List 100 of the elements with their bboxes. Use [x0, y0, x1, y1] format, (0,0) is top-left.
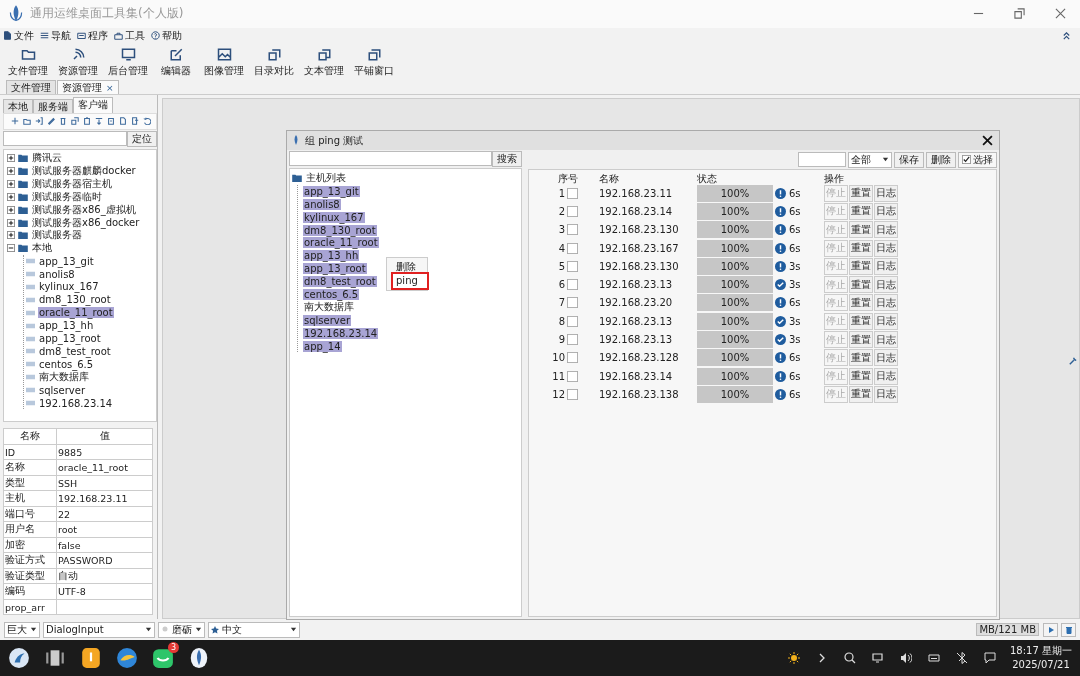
tree-item[interactable]: kylinux_167	[303, 211, 365, 223]
action-button[interactable]: 重置	[849, 367, 873, 385]
document-icon[interactable]	[119, 117, 127, 126]
tree-item[interactable]: 主机列表	[305, 171, 347, 186]
language-dropdown[interactable]: 中文	[208, 621, 300, 638]
menu-item[interactable]: ping	[393, 274, 427, 288]
size-dropdown[interactable]: 巨大	[4, 621, 40, 638]
notification-icon[interactable]	[984, 652, 996, 665]
expand-toggle-icon[interactable]	[7, 192, 15, 201]
tree-item[interactable]: dm8_130_root	[38, 294, 112, 306]
action-button[interactable]: 重置	[849, 294, 873, 312]
document-tab[interactable]: 资源管理 ×	[57, 79, 119, 94]
row-checkbox[interactable]	[567, 297, 578, 309]
tree-item[interactable]: sqlserver	[38, 384, 86, 396]
action-button[interactable]: 日志	[874, 294, 898, 312]
tree-item[interactable]: sqlserver	[303, 314, 351, 326]
theme-dropdown[interactable]: 磨砺	[158, 621, 205, 638]
expand-toggle-icon[interactable]	[7, 205, 15, 214]
tree-item[interactable]: app_13_git	[38, 255, 95, 267]
action-button[interactable]: 重置	[849, 331, 873, 348]
menu-item[interactable]: 文件	[3, 28, 34, 43]
row-checkbox[interactable]	[567, 352, 578, 364]
row-checkbox[interactable]	[567, 260, 578, 272]
toolbar-button[interactable]: 后台管理	[104, 46, 152, 78]
tab-close-button[interactable]: ×	[106, 82, 114, 93]
action-button[interactable]: 日志	[874, 312, 898, 330]
volume-icon[interactable]	[900, 652, 912, 665]
tree-item[interactable]: dm8_test_root	[38, 345, 112, 357]
search-button[interactable]: 搜索	[492, 151, 522, 167]
action-button[interactable]: 重置	[849, 276, 873, 294]
expand-toggle-icon[interactable]	[7, 154, 15, 163]
row-checkbox[interactable]	[567, 279, 578, 291]
brightness-icon[interactable]	[788, 652, 800, 665]
tree-item[interactable]: app_13_hh	[303, 250, 360, 262]
toolbar-button[interactable]: 文本管理	[300, 46, 348, 78]
restore-icon[interactable]	[1014, 8, 1025, 20]
tree-item[interactable]: app_13_hh	[38, 320, 95, 332]
expand-toggle-icon[interactable]	[7, 244, 15, 253]
tree-item[interactable]: anolis8	[303, 198, 341, 210]
tree-item[interactable]: app_13_root	[303, 263, 367, 275]
filter-dropdown[interactable]: 全部	[848, 151, 892, 168]
tree-item[interactable]: 192.168.23.14	[38, 397, 114, 409]
browser-icon[interactable]	[116, 647, 138, 670]
tree-item[interactable]: 南大数据库	[303, 300, 355, 315]
action-button[interactable]: 重置	[849, 257, 873, 275]
row-checkbox[interactable]	[567, 370, 578, 382]
toolbar-button[interactable]: 删除	[926, 151, 956, 168]
tree-item[interactable]: 本地	[31, 241, 53, 256]
tree-item[interactable]: app_13_root	[38, 333, 102, 345]
tree-item[interactable]: oracle_11_root	[303, 237, 379, 249]
tree-item[interactable]: oracle_11_root	[38, 307, 114, 319]
action-button[interactable]: 重置	[849, 184, 873, 202]
pencil-icon[interactable]	[47, 117, 55, 126]
keyboard-icon[interactable]	[928, 652, 940, 665]
download-icon[interactable]	[95, 117, 103, 126]
panel-tab[interactable]: 客户端	[73, 96, 113, 113]
action-button[interactable]: 日志	[874, 367, 898, 385]
action-button[interactable]: 日志	[874, 184, 898, 202]
toolbar-button[interactable]: 资源管理	[54, 46, 102, 78]
expand-toggle-icon[interactable]	[7, 218, 15, 227]
trash-icon[interactable]	[59, 117, 67, 126]
action-button[interactable]: 重置	[849, 312, 873, 330]
action-button[interactable]: 日志	[874, 257, 898, 275]
select-checkbox[interactable]: 选择	[958, 151, 997, 168]
action-button[interactable]: 重置	[849, 221, 873, 239]
tree-item[interactable]: anolis8	[38, 268, 76, 280]
toolbar-button[interactable]: 文件管理	[4, 46, 52, 78]
tree-item[interactable]: dm8_test_root	[303, 276, 377, 288]
action-button[interactable]: 日志	[874, 221, 898, 239]
action-button[interactable]: 重置	[849, 202, 873, 220]
tree-item[interactable]: 腾讯云	[31, 151, 63, 166]
trash-button[interactable]	[1061, 622, 1076, 637]
add-icon[interactable]	[11, 117, 19, 126]
folder-icon[interactable]	[23, 117, 31, 126]
search-field[interactable]	[3, 130, 127, 146]
toolbar-button[interactable]: 平铺窗口	[350, 46, 398, 78]
action-button[interactable]: 重置	[849, 385, 873, 403]
toolbar-button[interactable]: 保存	[894, 151, 924, 168]
row-checkbox[interactable]	[567, 315, 578, 327]
toolbar-button[interactable]: 编辑器	[154, 46, 198, 78]
action-button[interactable]: 日志	[874, 276, 898, 294]
bluetooth-icon[interactable]	[956, 652, 968, 665]
document-tab[interactable]: 文件管理	[6, 79, 56, 94]
paste-icon[interactable]	[83, 117, 91, 126]
wrench-icon[interactable]	[1069, 356, 1077, 365]
tree-item[interactable]: app_13_git	[303, 185, 360, 197]
action-button[interactable]: 重置	[849, 239, 873, 257]
tree-item[interactable]: 测试服务器临时	[31, 189, 103, 204]
panel-tab[interactable]: 服务端	[33, 98, 73, 113]
tree-item[interactable]: 192.168.23.14	[303, 327, 379, 339]
login-icon[interactable]	[35, 117, 43, 126]
undo-icon[interactable]	[143, 117, 151, 126]
run-button[interactable]	[1043, 622, 1058, 637]
filter-field[interactable]	[798, 152, 846, 167]
panel-tab[interactable]: 本地	[3, 98, 33, 113]
tree-item[interactable]: 测试服务器	[31, 228, 83, 243]
font-dropdown[interactable]: DialogInput	[43, 621, 155, 638]
tree-item[interactable]: 南大数据库	[38, 370, 90, 385]
tree-item[interactable]: 测试服务器麒麟docker	[31, 164, 137, 178]
app-logo-icon[interactable]	[188, 647, 210, 670]
